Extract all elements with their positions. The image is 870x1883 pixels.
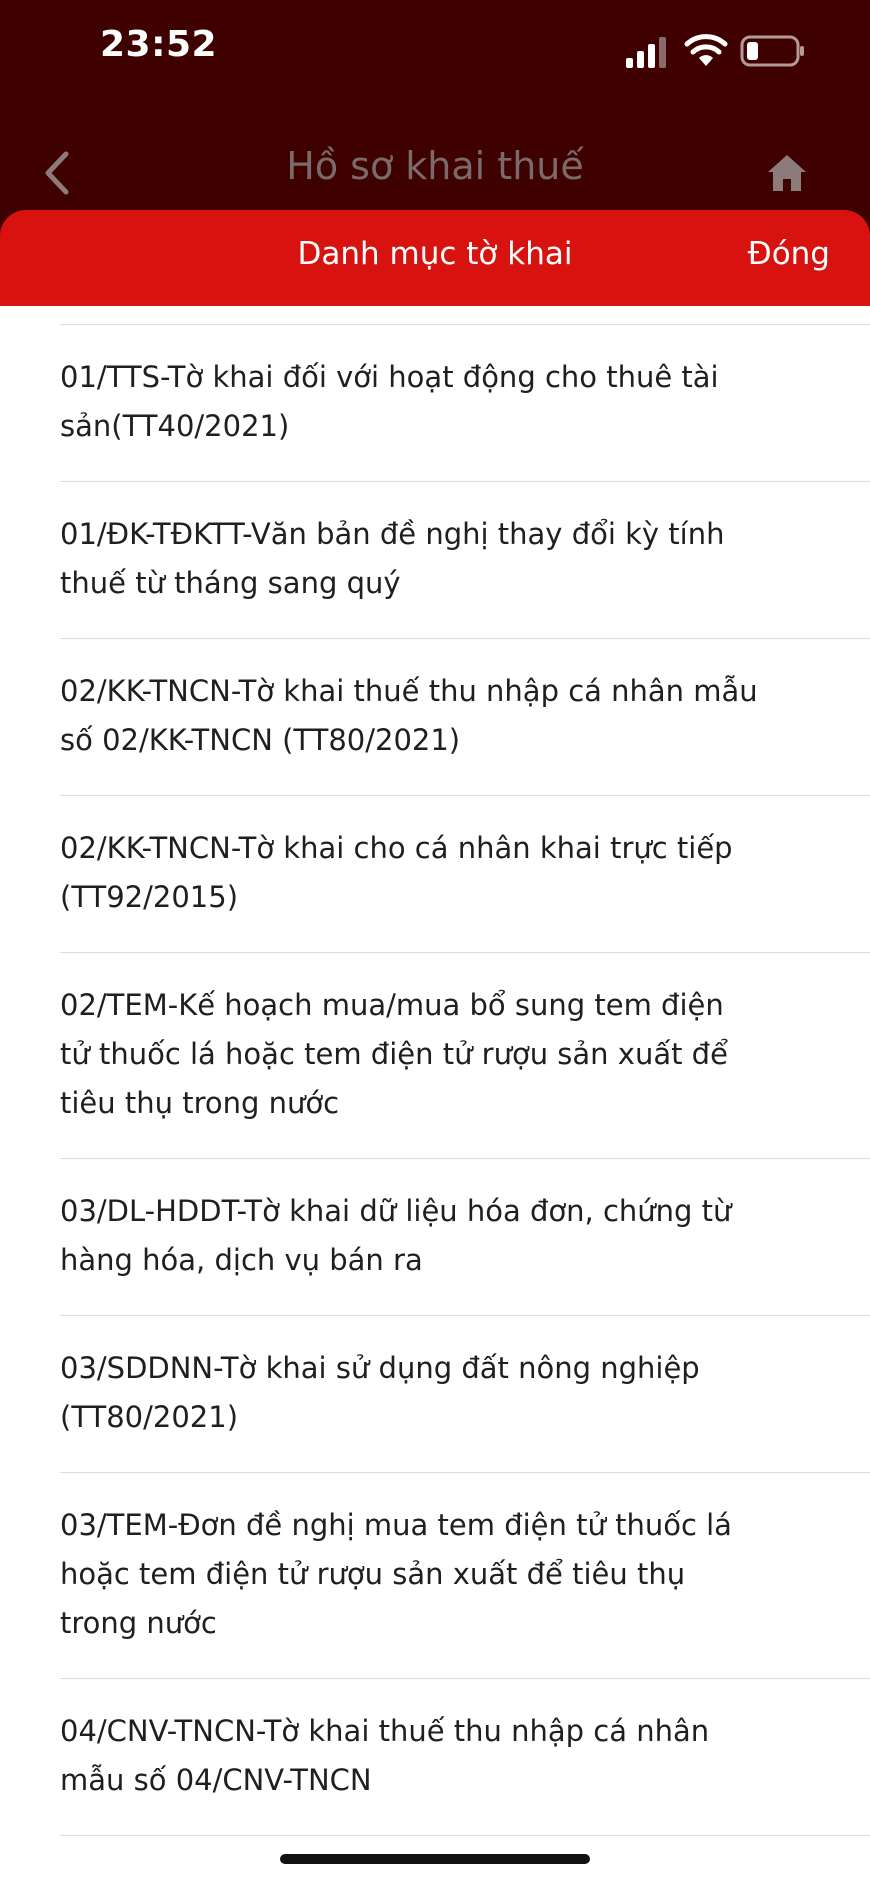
list-item[interactable]: 01/TTS-Tờ khai đối với hoạt động cho thu… — [60, 325, 870, 482]
status-time: 23:52 — [100, 24, 218, 65]
list-item[interactable]: 02/KK-TNCN-Tờ khai thuế thu nhập cá nhân… — [60, 639, 870, 796]
home-indicator — [280, 1854, 590, 1864]
list-item-label: 02/KK-TNCN-Tờ khai cho cá nhân khai trực… — [60, 831, 733, 914]
list-item[interactable]: 02/TEM-Kế hoạch mua/mua bổ sung tem điện… — [60, 953, 870, 1159]
list-item[interactable]: 01/ĐK-TĐKTT-Văn bản đề nghị thay đổi kỳ … — [60, 482, 870, 639]
list-item[interactable]: 04/CNV-TNCN-Tờ khai thuế thu nhập cá nhâ… — [60, 1679, 870, 1836]
list-item-label: 03/DL-HDDT-Tờ khai dữ liệu hóa đơn, chứn… — [60, 1194, 732, 1277]
wifi-icon — [684, 34, 728, 66]
form-list: 01/TTS-Tờ khai đối với hoạt động cho thu… — [0, 306, 870, 1836]
close-button[interactable]: Đóng — [748, 236, 830, 272]
screen: 23:52 Hồ sơ khai thuế Danh mục tờ khai Đ… — [0, 0, 870, 1883]
sheet-title: Danh mục tờ khai — [297, 236, 573, 272]
list-item-label: 03/SDDNN-Tờ khai sử dụng đất nông nghiệp… — [60, 1351, 700, 1434]
list-item-label: 04/CNV-TNCN-Tờ khai thuế thu nhập cá nhâ… — [60, 1714, 710, 1797]
list-item-label: 02/TEM-Kế hoạch mua/mua bổ sung tem điện… — [60, 988, 728, 1120]
list-item[interactable]: 02/KK-TNCN-Tờ khai cho cá nhân khai trực… — [60, 796, 870, 953]
top-bar: 23:52 Hồ sơ khai thuế — [0, 0, 870, 240]
home-icon[interactable] — [766, 152, 808, 194]
sheet-header: Danh mục tờ khai Đóng — [0, 210, 870, 306]
list-item-label: 03/TEM-Đơn đề nghị mua tem điện tử thuốc… — [60, 1508, 732, 1640]
list-item-label: 01/ĐK-TĐKTT-Văn bản đề nghị thay đổi kỳ … — [60, 517, 725, 600]
battery-icon — [740, 35, 804, 67]
cellular-signal-icon — [626, 37, 666, 68]
list-item[interactable]: 03/DL-HDDT-Tờ khai dữ liệu hóa đơn, chứn… — [60, 1159, 870, 1316]
page-title: Hồ sơ khai thuế — [286, 144, 584, 188]
list-item-label: 01/TTS-Tờ khai đối với hoạt động cho thu… — [60, 360, 719, 443]
list-item[interactable]: 03/SDDNN-Tờ khai sử dụng đất nông nghiệp… — [60, 1316, 870, 1473]
list-item[interactable]: 03/TEM-Đơn đề nghị mua tem điện tử thuốc… — [60, 1473, 870, 1679]
list-item-label: 02/KK-TNCN-Tờ khai thuế thu nhập cá nhân… — [60, 674, 758, 757]
